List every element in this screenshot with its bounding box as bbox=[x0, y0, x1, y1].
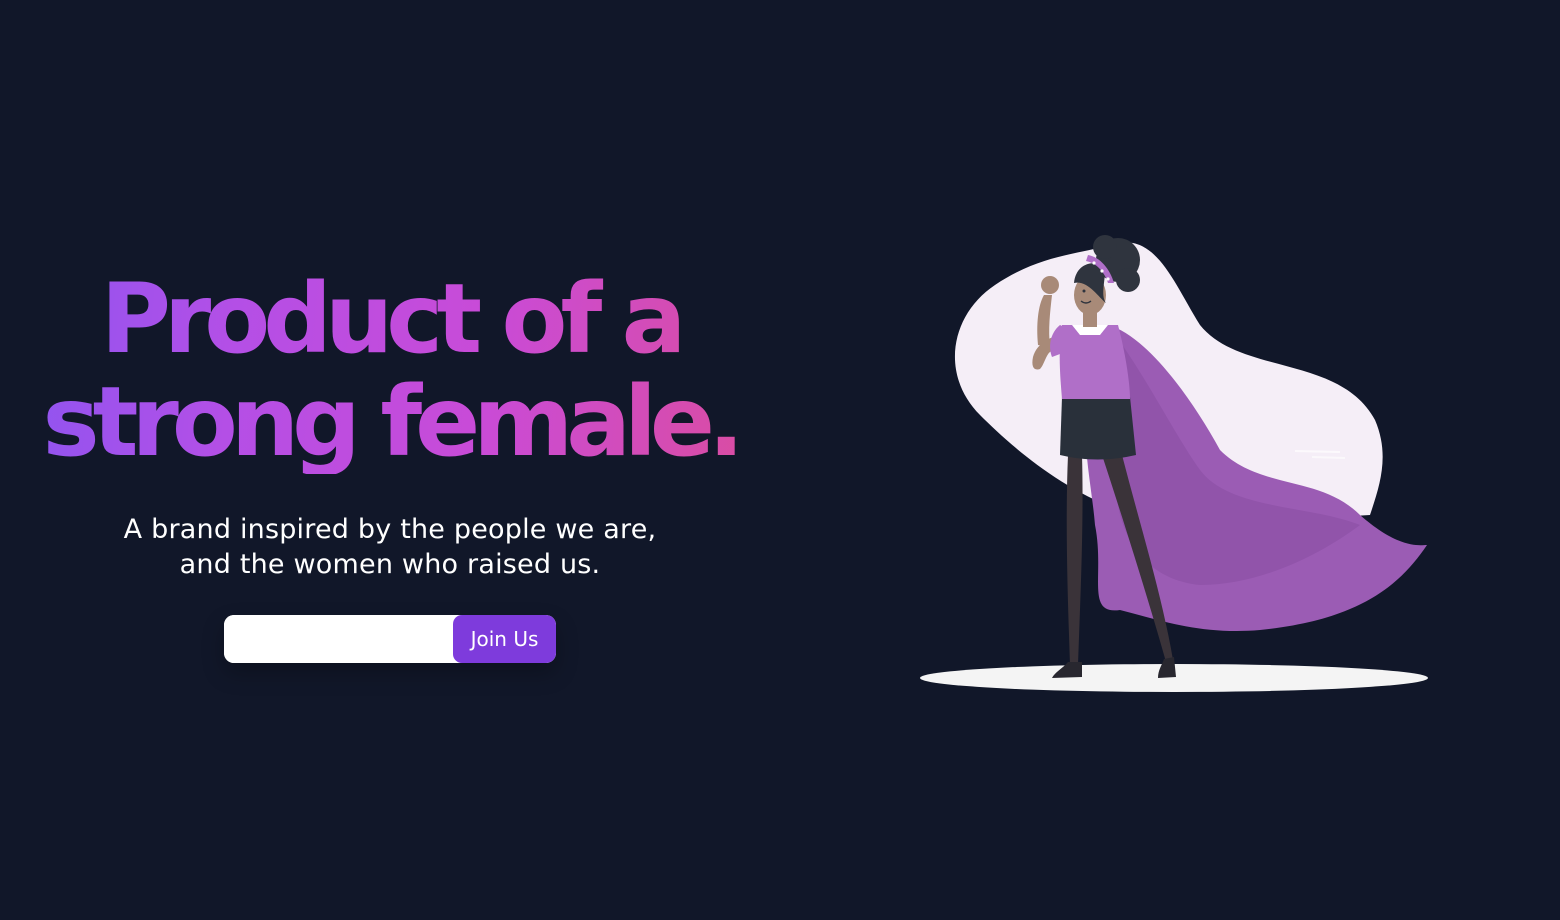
superhero-woman-illustration bbox=[900, 225, 1460, 705]
skirt bbox=[1060, 397, 1136, 460]
hero-section: Product of a strong female. A brand insp… bbox=[0, 0, 780, 920]
headline-line-1: Product of a bbox=[100, 263, 680, 375]
left-leg bbox=[1066, 455, 1083, 665]
hero-subtitle: A brand inspired by the people we are, a… bbox=[0, 512, 780, 582]
fist bbox=[1041, 276, 1059, 294]
subtitle-line-1: A brand inspired by the people we are, bbox=[123, 514, 657, 545]
illustration-svg bbox=[920, 235, 1428, 692]
torso bbox=[1059, 325, 1130, 399]
subtitle-line-2: and the women who raised us. bbox=[179, 549, 601, 580]
headline-line-2: strong female. bbox=[42, 366, 738, 478]
hero-headline: Product of a strong female. bbox=[0, 268, 780, 474]
signup-form: Join Us bbox=[224, 615, 556, 663]
join-us-button[interactable]: Join Us bbox=[453, 615, 556, 663]
right-shoe bbox=[1158, 657, 1176, 678]
email-input[interactable] bbox=[224, 615, 453, 663]
